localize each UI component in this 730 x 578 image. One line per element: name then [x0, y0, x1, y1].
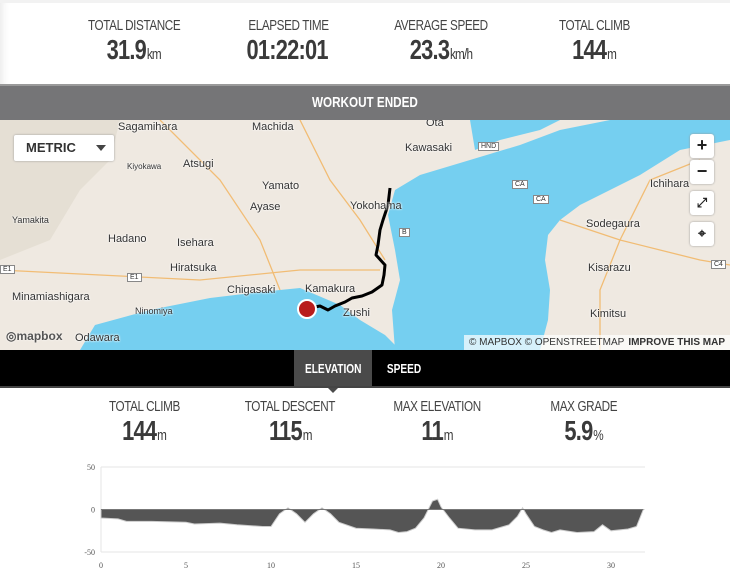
map-attribution: © MAPBOX © OPENSTREETMAP IMPROVE THIS MAP [463, 335, 730, 350]
stat-total-climb: TOTAL CLIMB 144m [64, 398, 224, 447]
stat-total-descent: TOTAL DESCENT 115m [210, 398, 370, 447]
stat-value: 11 [421, 415, 443, 446]
stat-average-speed: AVERAGE SPEED 23.3km/h [361, 17, 521, 66]
y-tick-label: 50 [87, 463, 95, 472]
map-label: Atsugi [183, 158, 214, 170]
mapbox-logo-text: mapbox [16, 329, 63, 343]
road-shield: B [399, 228, 410, 237]
stat-unit: m [606, 46, 617, 63]
map-label: Kamakura [305, 283, 356, 295]
road-shield: E1 [0, 265, 15, 274]
road-shield: CA [533, 195, 549, 204]
stat-unit: m [443, 427, 454, 444]
route-map[interactable]: Sagamihara Machida Ota Kawasaki Kiyokawa… [0, 120, 730, 350]
stat-unit: % [593, 427, 604, 444]
stat-elapsed-time: ELAPSED TIME 01:22:01 [208, 17, 368, 66]
stat-label: MAX GRADE [550, 398, 618, 415]
road-shield: CA [512, 180, 528, 189]
stat-max-elevation: MAX ELEVATION 11m [357, 398, 517, 447]
stat-unit: km [147, 46, 162, 63]
tab-label: ELEVATION [304, 361, 362, 376]
road-shield: HND [478, 142, 500, 151]
start-marker [297, 299, 317, 319]
map-label: Minamiashigara [12, 291, 90, 303]
units-select[interactable]: METRIC [14, 135, 114, 161]
map-label: Ayase [250, 201, 281, 213]
stat-label: ELAPSED TIME [247, 17, 329, 34]
stat-label: TOTAL DISTANCE [87, 17, 181, 34]
zoom-out-button[interactable]: − [690, 160, 714, 184]
stat-label: TOTAL CLIMB [108, 398, 180, 415]
x-tick-label: 15 [352, 561, 360, 570]
elevation-area [100, 498, 645, 534]
attribution-text[interactable]: © MAPBOX © OPENSTREETMAP [469, 337, 624, 348]
map-label: Odawara [75, 332, 120, 344]
stat-label: MAX ELEVATION [393, 398, 481, 415]
stat-total-distance: TOTAL DISTANCE 31.9km [54, 17, 214, 66]
improve-map-link[interactable]: IMPROVE THIS MAP [628, 337, 725, 348]
mapbox-logo[interactable]: ◎mapbox [6, 329, 63, 343]
stat-value: 144 [122, 415, 157, 446]
map-label: Hadano [108, 233, 147, 245]
x-tick-label: 5 [184, 561, 188, 570]
map-label: Hiratsuka [170, 262, 217, 274]
map-label: Sodegaura [586, 218, 640, 230]
map-label: Yamakita [12, 215, 49, 225]
stat-value: 23.3 [409, 34, 450, 65]
chevron-down-icon [96, 145, 106, 156]
map-label: Kimitsu [590, 308, 627, 320]
units-select-value: METRIC [26, 140, 76, 155]
stat-unit: m [302, 427, 312, 444]
stat-unit: m [156, 427, 167, 444]
elevation-chart: 50 0 -50 0 5 10 15 20 25 30 [84, 463, 645, 570]
stat-total-climb: TOTAL CLIMB 144m [514, 17, 674, 66]
map-label: Kiyokawa [127, 162, 162, 171]
fullscreen-button[interactable]: ⤢ [690, 191, 714, 215]
summary-stats: TOTAL DISTANCE 31.9km ELAPSED TIME 01:22:0… [0, 0, 730, 84]
stat-value: 144 [572, 34, 607, 65]
map-label: Ichihara [650, 178, 690, 190]
stat-value: 5.9 [564, 415, 594, 446]
x-tick-label: 10 [267, 561, 275, 570]
tab-label: SPEED [386, 361, 422, 376]
expand-icon: ⤢ [696, 195, 708, 210]
crosshair-icon: ⌖ [698, 225, 706, 241]
banner-text: WORKOUT ENDED [312, 94, 418, 111]
tab-elevation[interactable]: ELEVATION [294, 350, 372, 393]
map-label: Ota [426, 120, 444, 129]
map-label: Yokohama [350, 200, 402, 212]
road-shield: C4 [711, 260, 726, 269]
stat-label: AVERAGE SPEED [394, 17, 488, 34]
map-label: Sagamihara [118, 121, 178, 133]
map-label: Zushi [343, 307, 370, 319]
map-label: Machida [252, 121, 294, 133]
tab-divider [0, 386, 730, 388]
zoom-in-button[interactable]: + [690, 134, 714, 158]
x-tick-label: 30 [607, 561, 615, 570]
x-tick-label: 0 [99, 561, 103, 570]
locate-button[interactable]: ⌖ [690, 222, 714, 246]
x-tick-label: 20 [437, 561, 445, 570]
stat-value: 01:22:01 [247, 34, 329, 65]
map-label: Kisarazu [588, 262, 631, 274]
map-label: Yamato [262, 180, 300, 192]
workout-status-banner: WORKOUT ENDED [0, 84, 730, 120]
map-label: Ninomiya [135, 306, 173, 316]
x-tick-label: 25 [522, 561, 530, 570]
stat-max-grade: MAX GRADE 5.9% [504, 398, 664, 447]
stat-label: TOTAL DESCENT [244, 398, 336, 415]
map-label: Chigasaki [227, 284, 276, 296]
chart-tabs: ELEVATION SPEED [0, 350, 730, 393]
stat-unit: km/h [449, 46, 473, 63]
stat-label: TOTAL CLIMB [558, 17, 630, 34]
stat-value: 31.9 [106, 34, 147, 65]
y-tick-label: 0 [91, 506, 95, 515]
stat-value: 115 [268, 415, 303, 446]
tokyo-bay-water [388, 120, 730, 350]
y-tick-label: -50 [84, 548, 95, 557]
road-shield: E1 [127, 273, 142, 282]
map-label: Isehara [177, 237, 214, 249]
map-label: Kawasaki [405, 142, 453, 154]
tab-speed[interactable]: SPEED [380, 350, 428, 386]
